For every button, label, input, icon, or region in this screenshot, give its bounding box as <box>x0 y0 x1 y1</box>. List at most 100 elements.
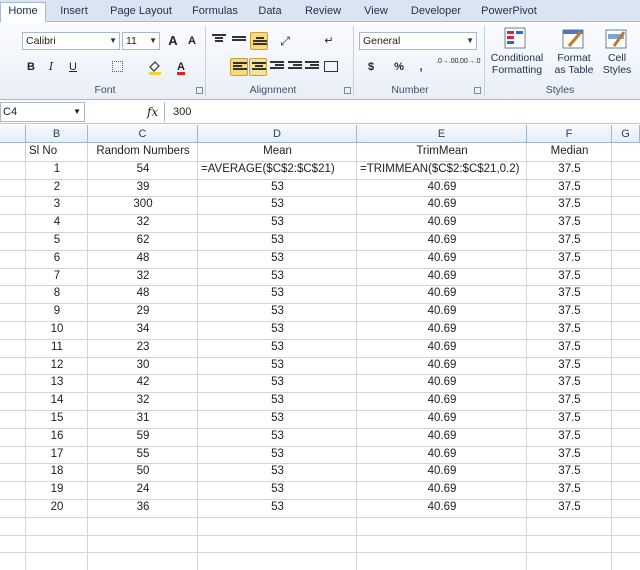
table-cell[interactable]: 53 <box>198 179 357 196</box>
table-cell[interactable]: 40.69 <box>357 481 527 498</box>
table-cell[interactable]: 37.5 <box>527 303 612 320</box>
table-cell[interactable]: 48 <box>88 285 198 302</box>
tab-view[interactable]: View <box>358 3 394 22</box>
table-cell[interactable]: 53 <box>198 303 357 320</box>
table-cell[interactable]: 48 <box>88 250 198 267</box>
table-cell[interactable]: 53 <box>198 285 357 302</box>
fill-color-button[interactable] <box>146 58 164 76</box>
tab-insert[interactable]: Insert <box>52 3 96 22</box>
table-cell[interactable]: 53 <box>198 339 357 356</box>
table-cell[interactable]: 53 <box>198 463 357 480</box>
table-cell[interactable]: 59 <box>88 428 198 445</box>
table-cell[interactable]: 37.5 <box>527 410 612 427</box>
tab-formulas[interactable]: Formulas <box>186 3 244 22</box>
table-cell[interactable]: 40.69 <box>357 392 527 409</box>
insert-function-icon[interactable]: fx <box>147 102 158 122</box>
table-cell[interactable]: 53 <box>198 268 357 285</box>
table-cell[interactable]: 34 <box>88 321 198 338</box>
table-cell[interactable]: 32 <box>88 392 198 409</box>
wrap-text-button[interactable]: ↵ <box>320 32 338 50</box>
table-cell[interactable]: 30 <box>88 357 198 374</box>
table-cell[interactable]: 24 <box>88 481 198 498</box>
comma-button[interactable]: , <box>412 58 430 76</box>
tab-powerpivot[interactable]: PowerPivot <box>476 3 542 22</box>
column-header-b[interactable]: B <box>26 125 88 143</box>
table-cell[interactable]: 53 <box>198 410 357 427</box>
currency-button[interactable]: $ <box>362 58 380 76</box>
column-header-d[interactable]: D <box>198 125 357 143</box>
table-cell[interactable]: 37.5 <box>527 285 612 302</box>
align-top-icon[interactable] <box>212 34 226 46</box>
table-cell[interactable]: 40.69 <box>357 410 527 427</box>
table-cell[interactable]: 37.5 <box>527 161 612 178</box>
table-cell[interactable]: 40.69 <box>357 214 527 231</box>
table-cell[interactable]: 17 <box>26 446 88 463</box>
orientation-button[interactable]: ⤢ <box>276 32 294 50</box>
table-cell[interactable]: 53 <box>198 499 357 516</box>
table-cell[interactable]: 6 <box>26 250 88 267</box>
table-cell[interactable]: 300 <box>88 196 198 213</box>
grow-font-button[interactable]: A <box>164 32 182 50</box>
column-header-f[interactable]: F <box>527 125 612 143</box>
header-cell[interactable]: Mean <box>198 143 357 160</box>
tab-developer[interactable]: Developer <box>404 3 468 22</box>
increase-indent-icon[interactable] <box>305 61 319 73</box>
font-name-dropdown[interactable]: Calibri ▼ <box>22 32 120 50</box>
table-cell[interactable]: 18 <box>26 463 88 480</box>
table-cell[interactable]: 37.5 <box>527 499 612 516</box>
table-cell[interactable]: 11 <box>26 339 88 356</box>
table-cell[interactable]: 40.69 <box>357 196 527 213</box>
table-cell[interactable]: 37.5 <box>527 481 612 498</box>
table-cell[interactable]: 40.69 <box>357 250 527 267</box>
table-cell[interactable]: =AVERAGE($C$2:$C$21) <box>198 161 357 178</box>
table-cell[interactable]: 37.5 <box>527 250 612 267</box>
table-cell[interactable]: 40.69 <box>357 499 527 516</box>
table-cell[interactable]: 2 <box>26 179 88 196</box>
table-cell[interactable]: 40.69 <box>357 446 527 463</box>
table-cell[interactable]: 37.5 <box>527 357 612 374</box>
table-cell[interactable]: 7 <box>26 268 88 285</box>
table-cell[interactable]: 23 <box>88 339 198 356</box>
table-cell[interactable]: 37.5 <box>527 339 612 356</box>
font-color-button[interactable]: A <box>172 58 190 76</box>
table-cell[interactable]: 40.69 <box>357 179 527 196</box>
table-cell[interactable]: 53 <box>198 250 357 267</box>
table-cell[interactable]: 32 <box>88 268 198 285</box>
table-cell[interactable]: 37.5 <box>527 392 612 409</box>
tab-page-layout[interactable]: Page Layout <box>104 3 178 22</box>
table-cell[interactable]: 37.5 <box>527 179 612 196</box>
name-box[interactable]: C4 ▼ <box>0 102 85 122</box>
table-cell[interactable]: 16 <box>26 428 88 445</box>
decrease-decimal-button[interactable]: .00→.0 <box>458 58 481 76</box>
table-cell[interactable]: 40.69 <box>357 232 527 249</box>
table-cell[interactable]: 37.5 <box>527 321 612 338</box>
table-cell[interactable]: 37.5 <box>527 196 612 213</box>
table-cell[interactable]: 32 <box>88 214 198 231</box>
column-header-e[interactable]: E <box>357 125 527 143</box>
font-dialog-launcher-icon[interactable] <box>196 87 203 94</box>
table-cell[interactable]: 53 <box>198 446 357 463</box>
table-cell[interactable]: 40.69 <box>357 374 527 391</box>
increase-decimal-button[interactable]: .0→.00 <box>436 58 459 76</box>
header-cell[interactable]: Sl No <box>26 143 88 160</box>
bold-button[interactable]: B <box>22 58 40 76</box>
table-cell[interactable]: 53 <box>198 428 357 445</box>
decrease-indent-icon[interactable] <box>288 61 302 73</box>
align-bottom-button[interactable] <box>250 32 268 50</box>
table-cell[interactable]: 3 <box>26 196 88 213</box>
table-cell[interactable]: 40.69 <box>357 339 527 356</box>
tab-home[interactable]: Home <box>0 2 46 23</box>
table-cell[interactable]: 42 <box>88 374 198 391</box>
table-cell[interactable]: 1 <box>26 161 88 178</box>
table-cell[interactable]: 62 <box>88 232 198 249</box>
table-cell[interactable]: 12 <box>26 357 88 374</box>
table-cell[interactable]: 37.5 <box>527 214 612 231</box>
table-cell[interactable]: 50 <box>88 463 198 480</box>
select-all-corner[interactable] <box>0 125 26 143</box>
table-cell[interactable]: 5 <box>26 232 88 249</box>
table-cell[interactable]: 10 <box>26 321 88 338</box>
table-cell[interactable]: 14 <box>26 392 88 409</box>
align-left-button[interactable] <box>230 58 248 76</box>
table-cell[interactable]: 37.5 <box>527 446 612 463</box>
table-cell[interactable]: 19 <box>26 481 88 498</box>
